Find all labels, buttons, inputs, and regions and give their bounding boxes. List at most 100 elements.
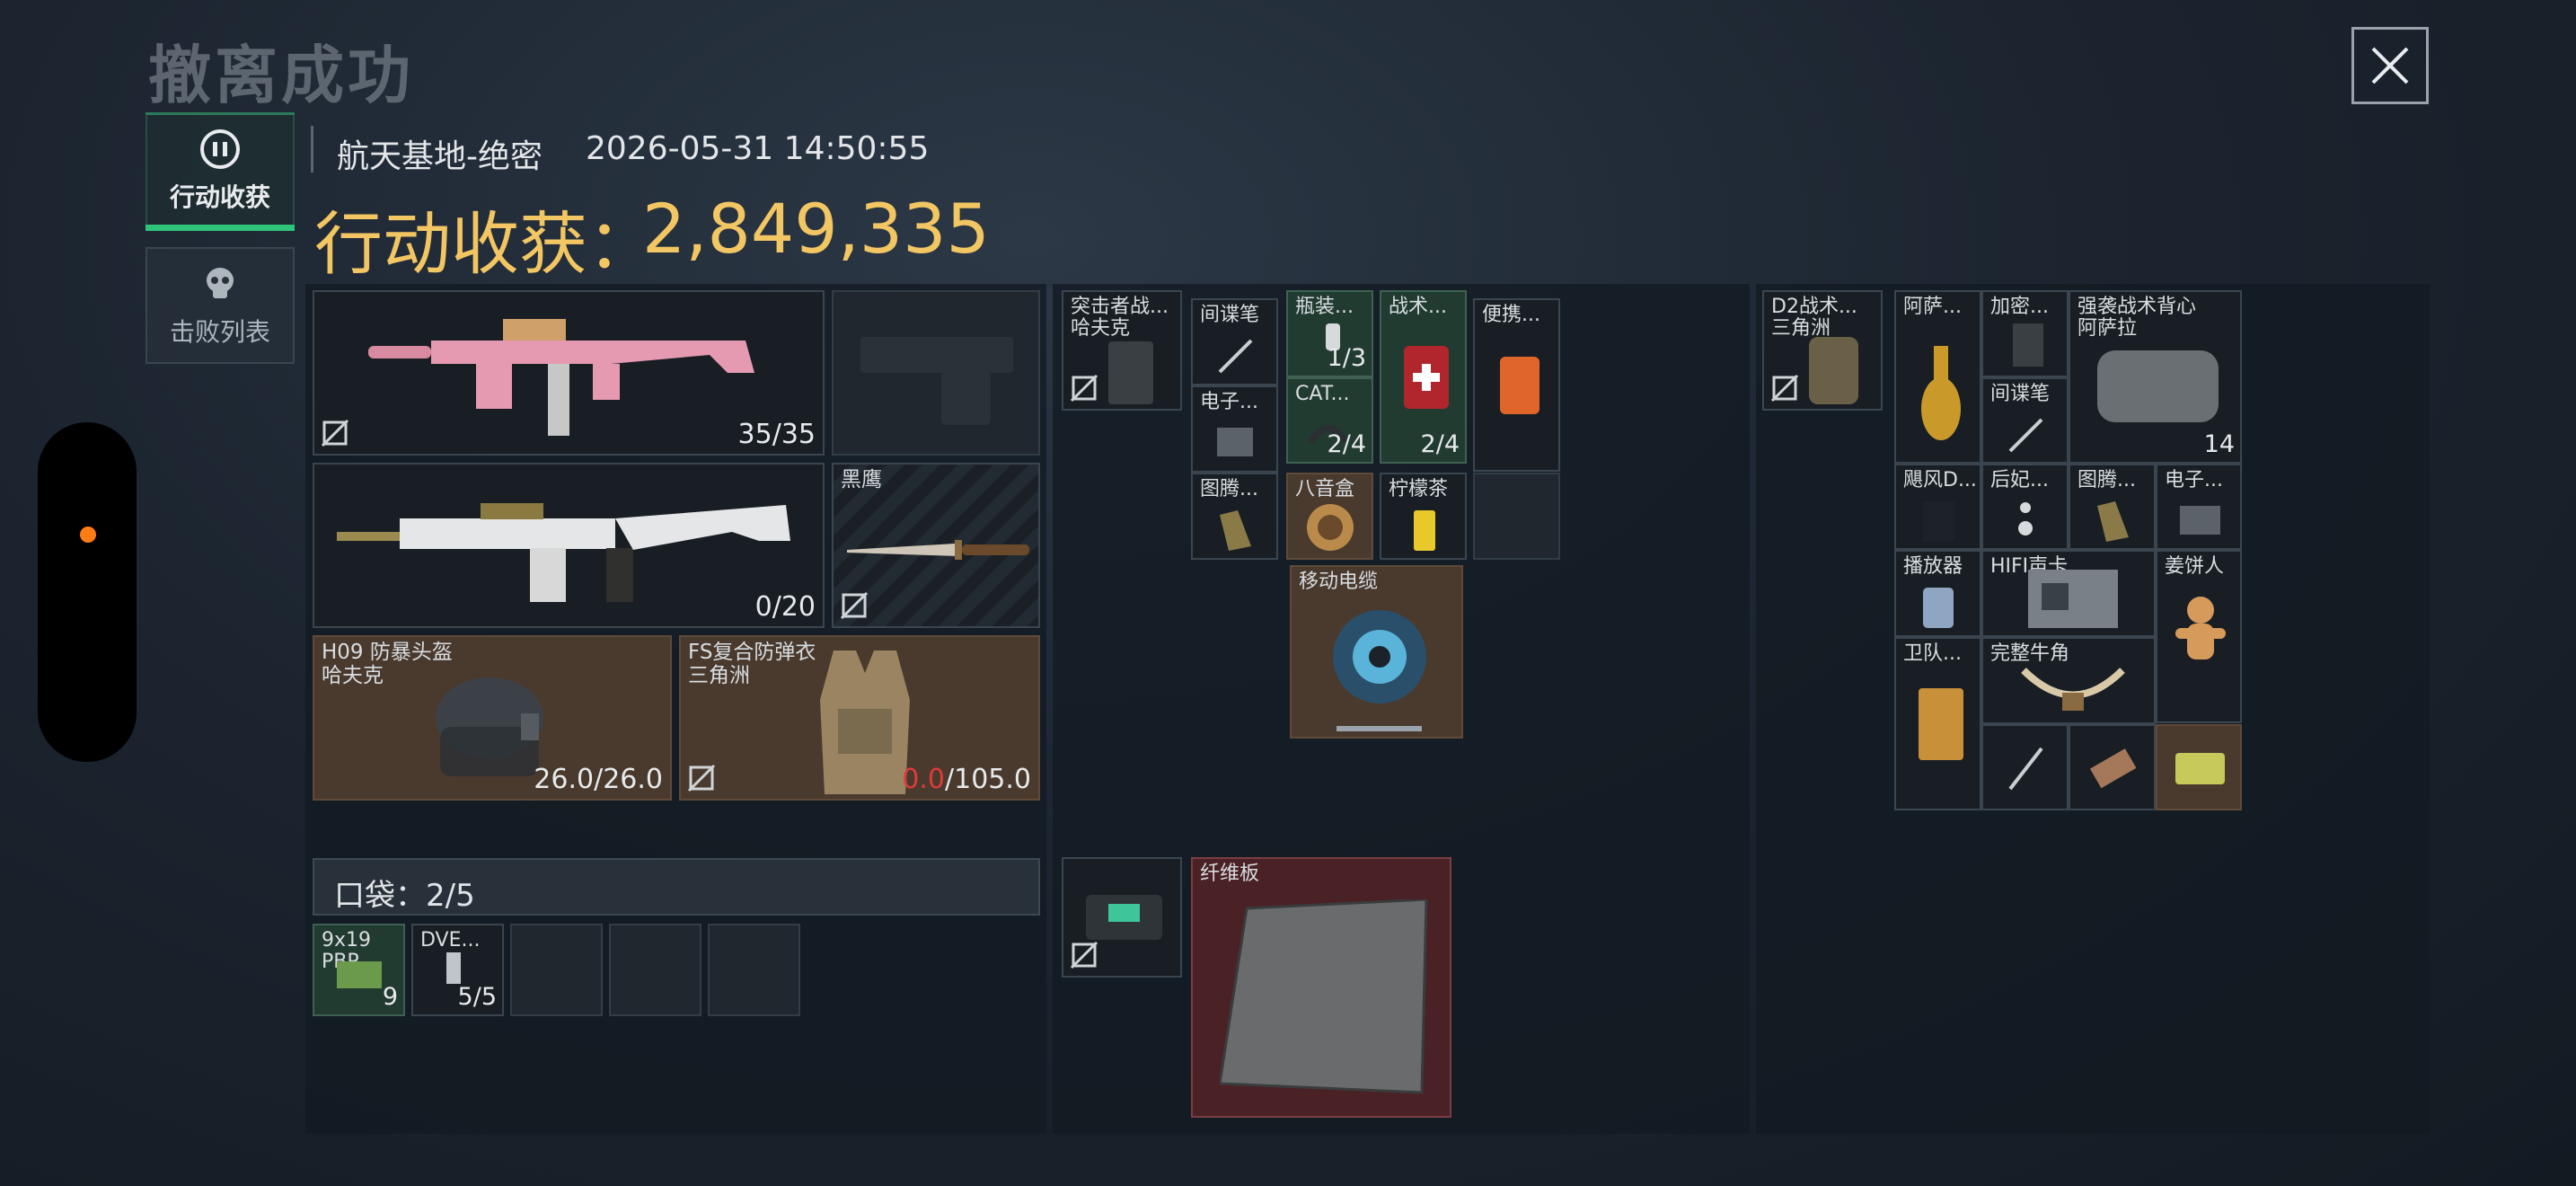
item-name: 移动电缆 [1299, 571, 1379, 593]
backpack-item[interactable]: 间谍笔 [1981, 377, 2069, 464]
chest-rig-icon [1108, 341, 1153, 404]
backpack-item[interactable]: 图腾... [2069, 464, 2156, 550]
item-count: 14 [2203, 430, 2235, 458]
backpack-item[interactable]: 后妃... [1981, 464, 2069, 550]
loot-label: 行动收获： [314, 204, 656, 284]
item-name: 瓶装... [1295, 296, 1354, 318]
pocket-empty-slot[interactable] [609, 924, 701, 1016]
pocket-header: 口袋：2/5 [313, 858, 1040, 916]
item-name: 飓风D... [1903, 469, 1977, 491]
backpack-icon [1809, 337, 1858, 404]
secondary-weapon-slot[interactable]: 0/20 [313, 463, 825, 628]
pocket-item[interactable]: DVE... 5/5 [411, 924, 504, 1016]
pocket-empty-slot[interactable] [708, 924, 800, 1016]
durability: 0.0/105.0 [902, 764, 1031, 795]
rig-item[interactable]: 战术... 2/4 [1380, 290, 1467, 464]
electronic-part-icon [2180, 506, 2220, 535]
tin-box-icon [2175, 753, 2225, 784]
pistol-slot[interactable] [832, 290, 1040, 456]
ammo-count: 35/35 [737, 419, 816, 450]
rig-item[interactable]: 间谍笔 [1191, 298, 1278, 385]
durability-max: /105.0 [945, 764, 1031, 795]
item-count: 9 [382, 983, 398, 1011]
guard-card-icon [1919, 688, 1963, 760]
side-drawer-handle[interactable] [38, 422, 137, 762]
primary-weapon-slot[interactable]: 35/35 [313, 290, 825, 456]
rig-item[interactable]: 柠檬茶 [1380, 473, 1467, 560]
rig-item[interactable]: CAT... 2/4 [1286, 377, 1373, 464]
backpack-item[interactable]: 飓风D... [1894, 464, 1981, 550]
pocket-empty-slot[interactable] [510, 924, 603, 1016]
case-slot[interactable] [1062, 857, 1182, 978]
backpack-item[interactable]: 阿萨... [1894, 290, 1981, 464]
backpack-item[interactable] [2069, 724, 2156, 810]
item-count: 5/5 [457, 983, 497, 1011]
backpack-item[interactable]: 电子... [2156, 464, 2242, 550]
backpack-item[interactable] [1981, 724, 2069, 810]
map-name: 航天基地-绝密 [337, 138, 543, 175]
gingerbread-man-icon [2175, 597, 2226, 659]
medkit-icon [1404, 346, 1449, 409]
rig-item[interactable]: 便携... [1473, 298, 1560, 472]
rig-item[interactable]: 八音盒 [1286, 473, 1373, 560]
item-name: 黑鹰 [841, 468, 882, 491]
durability-current: 0.0 [902, 764, 945, 795]
sound-card-icon [2028, 570, 2118, 628]
chest-rig-slot[interactable]: 突击者战... 哈夫克 [1062, 290, 1182, 411]
tab-loot[interactable]: 行动收获 [146, 112, 295, 231]
tab-label: 击败列表 [169, 317, 270, 347]
item-name: D2战术... [1771, 296, 1857, 318]
music-box-icon [1307, 504, 1354, 551]
rig-item[interactable]: 电子... [1191, 385, 1278, 473]
backpack-item[interactable]: 完整牛角 [1981, 637, 2156, 724]
backpack-item[interactable]: 播放器 [1894, 550, 1981, 637]
timestamp: 2026-05-31 14:50:55 [586, 130, 930, 167]
data-drive-icon [1923, 501, 1954, 542]
item-name: 电子... [2165, 469, 2223, 491]
rifle-icon [368, 319, 754, 436]
spy-pen-icon [1218, 339, 1253, 374]
backpack-item[interactable]: HIFI声卡 [1981, 550, 2156, 637]
backpack-item[interactable]: 加密... [1981, 290, 2069, 377]
rig-item[interactable]: 图腾... [1191, 473, 1278, 560]
rig-item[interactable]: 瓶装... 1/3 [1286, 290, 1373, 377]
lemon-tea-icon [1414, 510, 1435, 551]
pocket-label: 口袋：2/5 [334, 878, 475, 914]
item-name: 便携... [1482, 304, 1540, 326]
header-divider [311, 126, 313, 173]
backpack-item[interactable]: 强袭战术背心 阿萨拉 14 [2069, 290, 2242, 464]
armor-vest-icon [820, 651, 910, 794]
encrypted-drive-icon [2013, 323, 2043, 367]
case-item[interactable]: 纤维板 [1191, 857, 1451, 1118]
melee-slot[interactable]: 黑鹰 [832, 463, 1040, 628]
item-name: 图腾... [1200, 478, 1258, 500]
tactical-vest-icon [2097, 350, 2219, 422]
item-name: 电子... [1200, 391, 1258, 413]
pistol-icon [860, 337, 1013, 425]
item-name: 纤维板 [1200, 863, 1260, 885]
item-name: 卫队... [1903, 642, 1962, 665]
tab-label: 行动收获 [169, 182, 270, 212]
rig-empty-slot[interactable] [1473, 473, 1560, 560]
backpack-item[interactable] [2156, 724, 2242, 810]
bull-horn-icon [2021, 668, 2125, 711]
item-name: 强袭战术背心 [2078, 296, 2197, 318]
locked-icon [1770, 374, 1799, 403]
tab-kills[interactable]: 击败列表 [146, 247, 295, 364]
target-icon [200, 129, 240, 169]
rifle-icon [337, 503, 790, 602]
backpack-item[interactable]: 姜饼人 [2156, 550, 2242, 723]
backpack-item[interactable]: 卫队... [1894, 637, 1981, 810]
item-variant: 三角洲 [688, 664, 750, 687]
item-name: 突击者战... [1071, 296, 1169, 318]
pocket-item[interactable]: 9x19 PBP 9 [313, 924, 405, 1016]
armor-slot[interactable]: FS复合防弹衣 三角洲 0.0/105.0 [679, 635, 1040, 801]
gold-jug-icon [1921, 346, 1961, 440]
helmet-slot[interactable]: H09 防暴头盔 哈夫克 26.0/26.0 [313, 635, 672, 801]
backpack-slot[interactable]: D2战术... 三角洲 [1762, 290, 1883, 411]
close-button[interactable] [2351, 27, 2429, 104]
rig-item[interactable]: 移动电缆 [1290, 565, 1463, 739]
spy-pen-icon [2008, 747, 2043, 791]
item-name: 姜饼人 [2165, 555, 2225, 578]
loot-value: 2,849,335 [642, 189, 990, 269]
